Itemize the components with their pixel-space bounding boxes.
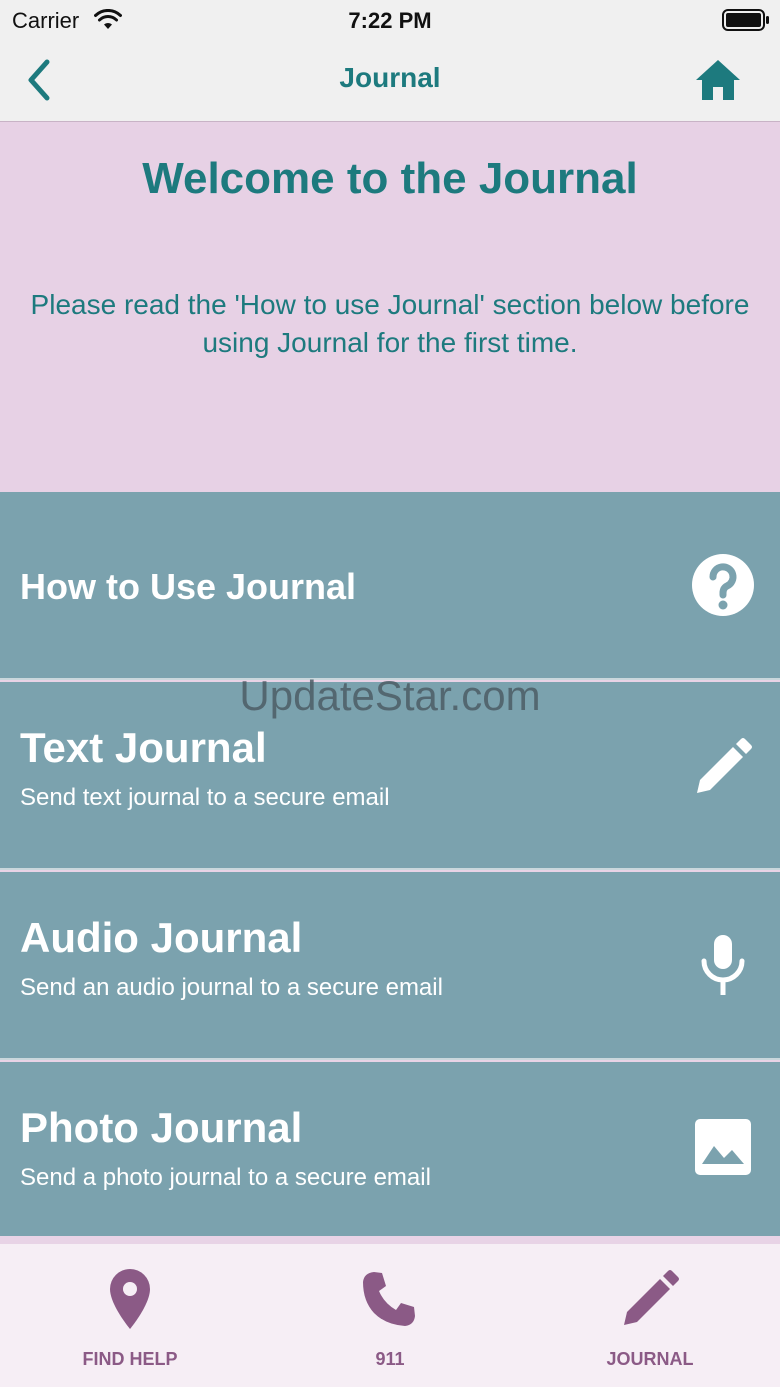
image-icon bbox=[688, 1112, 758, 1182]
tab-label: 911 bbox=[375, 1349, 405, 1369]
menu-item-text-journal[interactable]: Text Journal Send text journal to a secu… bbox=[0, 682, 780, 870]
menu-item-subtitle: Send a photo journal to a secure email bbox=[20, 1164, 431, 1191]
tab-bar: FIND HELP 911 JOURNAL bbox=[0, 1244, 780, 1387]
map-pin-icon bbox=[90, 1264, 170, 1334]
status-bar: Carrier 7:22 PM bbox=[0, 0, 780, 40]
battery-icon bbox=[722, 9, 770, 36]
tab-label: FIND HELP bbox=[82, 1349, 178, 1369]
question-circle-icon bbox=[688, 550, 758, 620]
status-time: 7:22 PM bbox=[348, 8, 432, 33]
tab-label: JOURNAL bbox=[606, 1349, 694, 1369]
chevron-left-icon bbox=[28, 59, 50, 101]
menu-item-subtitle: Send text journal to a secure email bbox=[20, 784, 390, 811]
menu-item-audio-journal[interactable]: Audio Journal Send an audio journal to a… bbox=[0, 872, 780, 1060]
tab-journal[interactable]: JOURNAL bbox=[520, 1244, 780, 1387]
tab-911[interactable]: 911 bbox=[260, 1244, 520, 1387]
menu-item-title: Audio Journal bbox=[20, 914, 303, 961]
menu-item-photo-journal[interactable]: Photo Journal Send a photo journal to a … bbox=[0, 1062, 780, 1236]
home-icon bbox=[696, 60, 740, 100]
menu-item-subtitle: Send an audio journal to a secure email bbox=[20, 974, 443, 1001]
back-button[interactable] bbox=[18, 54, 60, 106]
phone-icon bbox=[350, 1264, 430, 1334]
welcome-title: Welcome to the Journal bbox=[142, 154, 638, 203]
welcome-section: Welcome to the Journal Please read the '… bbox=[0, 122, 780, 492]
nav-bar: Journal bbox=[0, 40, 780, 122]
menu-item-title: How to Use Journal bbox=[20, 566, 357, 607]
menu-item-title: Text Journal bbox=[20, 724, 267, 771]
page-title: Journal bbox=[339, 62, 441, 93]
tab-find-help[interactable]: FIND HELP bbox=[0, 1244, 260, 1387]
menu-item-how-to-use[interactable]: How to Use Journal bbox=[0, 492, 780, 680]
menu-item-title: Photo Journal bbox=[20, 1104, 303, 1151]
pencil-icon bbox=[688, 732, 758, 802]
welcome-text: Please read the 'How to use Journal' sec… bbox=[30, 289, 750, 358]
microphone-icon bbox=[688, 930, 758, 1000]
pencil-icon bbox=[610, 1264, 690, 1334]
home-button[interactable] bbox=[692, 54, 744, 106]
